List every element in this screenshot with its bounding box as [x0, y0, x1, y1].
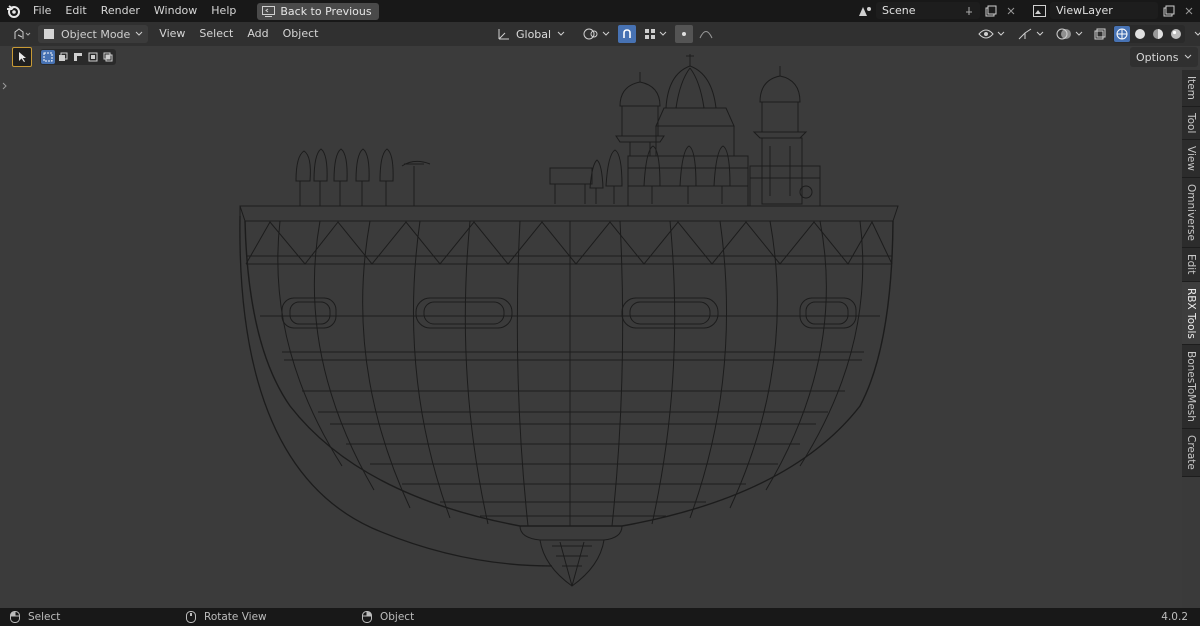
blender-logo-icon[interactable] [0, 0, 26, 22]
chevron-down-icon [557, 31, 565, 36]
pivot-point-icon [583, 28, 598, 40]
delete-scene-icon[interactable] [1002, 2, 1020, 19]
sidebar-tabs: Item Tool View Omniverse Edit RBX Tools … [1182, 70, 1200, 478]
status-object: Object [362, 611, 414, 623]
object-mode-label: Object Mode [61, 27, 131, 41]
invert-selection-icon[interactable] [86, 50, 100, 64]
orientation-dropdown[interactable]: Global [492, 25, 569, 43]
status-bar: Select Rotate View Object 4.0.2 [0, 608, 1200, 626]
xray-toggle-icon[interactable] [1091, 26, 1109, 43]
scene-selector: Scene [856, 2, 1020, 19]
mouse-right-icon [362, 611, 372, 623]
object-mode-dropdown[interactable]: Object Mode [38, 25, 149, 43]
scene-name-field[interactable]: Scene [876, 2, 980, 19]
falloff-icon[interactable] [697, 26, 715, 43]
editor-type-icon[interactable] [10, 26, 34, 43]
back-to-previous-label: Back to Previous [280, 4, 372, 18]
chevron-down-icon [1185, 54, 1192, 59]
snap-grid-icon [645, 29, 656, 39]
header-menu-object[interactable]: Object [276, 23, 326, 45]
sidebar-tab-tool[interactable]: Tool [1182, 106, 1200, 141]
solid-shading-icon[interactable] [1132, 26, 1148, 42]
status-rotate: Rotate View [186, 611, 267, 623]
chevron-down-icon [1075, 31, 1083, 36]
delete-view-layer-icon[interactable] [1180, 2, 1198, 19]
menu-help[interactable]: Help [204, 0, 243, 22]
overlays-icon [1056, 28, 1071, 40]
set-selection-icon[interactable] [41, 50, 55, 64]
screen-back-icon [262, 5, 276, 17]
status-select-label: Select [28, 611, 61, 623]
view-layer-selector: ViewLayer [1030, 2, 1198, 19]
overlays-dropdown[interactable] [1052, 25, 1087, 43]
shading-mode-group [1113, 25, 1185, 43]
pin-icon [966, 6, 972, 15]
new-view-layer-icon[interactable] [1160, 2, 1178, 19]
status-rotate-label: Rotate View [204, 611, 267, 623]
proportional-edit-icon[interactable] [675, 25, 694, 43]
menu-file[interactable]: File [26, 0, 58, 22]
header-menu-view[interactable]: View [152, 23, 192, 45]
visibility-dropdown[interactable] [974, 25, 1009, 43]
transform-orientation-icon [498, 29, 509, 40]
tool-settings-row [0, 46, 116, 68]
sidebar-tab-view[interactable]: View [1182, 140, 1200, 179]
status-select: Select [10, 611, 60, 623]
top-bar: File Edit Render Window Help Back to Pre… [0, 0, 1200, 22]
sidebar-tab-create[interactable]: Create [1182, 429, 1200, 478]
snap-toggle-icon[interactable] [618, 25, 637, 43]
scene-name: Scene [882, 4, 916, 17]
sidebar-tab-bonestomesh[interactable]: BonesToMesh [1182, 345, 1200, 430]
chevron-down-icon [602, 31, 610, 36]
floating-island-wireframe [239, 54, 899, 587]
chevron-down-icon [997, 31, 1005, 36]
viewport-display-controls [974, 25, 1200, 43]
mouse-left-icon [10, 611, 20, 623]
header-menu-add[interactable]: Add [240, 23, 275, 45]
transform-controls: Global [492, 25, 715, 43]
new-scene-icon[interactable] [982, 2, 1000, 19]
menu-edit[interactable]: Edit [58, 0, 93, 22]
status-object-label: Object [380, 611, 415, 623]
sidebar-tab-edit[interactable]: Edit [1182, 248, 1200, 282]
wireframe-shading-icon[interactable] [1114, 26, 1130, 42]
extend-selection-icon[interactable] [56, 50, 70, 64]
eye-icon [978, 29, 994, 39]
select-tool-cursor-icon[interactable] [12, 47, 32, 67]
view-layer-field[interactable]: ViewLayer [1050, 2, 1158, 19]
object-mode-icon [44, 29, 54, 39]
sidebar-tab-omniverse[interactable]: Omniverse [1182, 178, 1200, 249]
toolbar-expand-icon[interactable] [0, 80, 8, 92]
header-menu-select[interactable]: Select [192, 23, 240, 45]
view-layer-name: ViewLayer [1056, 4, 1113, 17]
3d-viewport[interactable] [0, 46, 1182, 608]
material-shading-icon[interactable] [1150, 26, 1166, 42]
sidebar-tab-rbx-tools[interactable]: RBX Tools [1182, 281, 1200, 346]
sidebar-tab-item[interactable]: Item [1182, 70, 1200, 107]
view-layer-icon[interactable] [1030, 2, 1048, 19]
intersect-selection-icon[interactable] [101, 50, 115, 64]
chevron-down-icon [1036, 31, 1044, 36]
chevron-down-icon [659, 31, 667, 36]
snap-target-dropdown[interactable] [640, 25, 671, 43]
options-label: Options [1136, 50, 1179, 64]
gizmo-dropdown[interactable] [1013, 25, 1048, 43]
subtract-selection-icon[interactable] [71, 50, 85, 64]
shading-options-chevron-icon[interactable] [1189, 26, 1200, 43]
scene-icon[interactable] [856, 2, 874, 19]
selection-mode-group [40, 49, 116, 65]
mouse-middle-icon [186, 611, 196, 623]
version-label: 4.0.2 [1161, 611, 1188, 623]
options-dropdown[interactable]: Options [1130, 47, 1199, 67]
gizmo-icon [1018, 28, 1032, 40]
rendered-shading-icon[interactable] [1168, 26, 1184, 42]
pivot-dropdown[interactable] [579, 25, 614, 43]
chevron-down-icon [135, 31, 143, 36]
menu-render[interactable]: Render [94, 0, 147, 22]
menu-window[interactable]: Window [147, 0, 204, 22]
back-to-previous-button[interactable]: Back to Previous [257, 2, 379, 20]
viewport-header: Object Mode View Select Add Object Globa… [0, 22, 1200, 46]
orientation-label: Global [516, 27, 552, 41]
